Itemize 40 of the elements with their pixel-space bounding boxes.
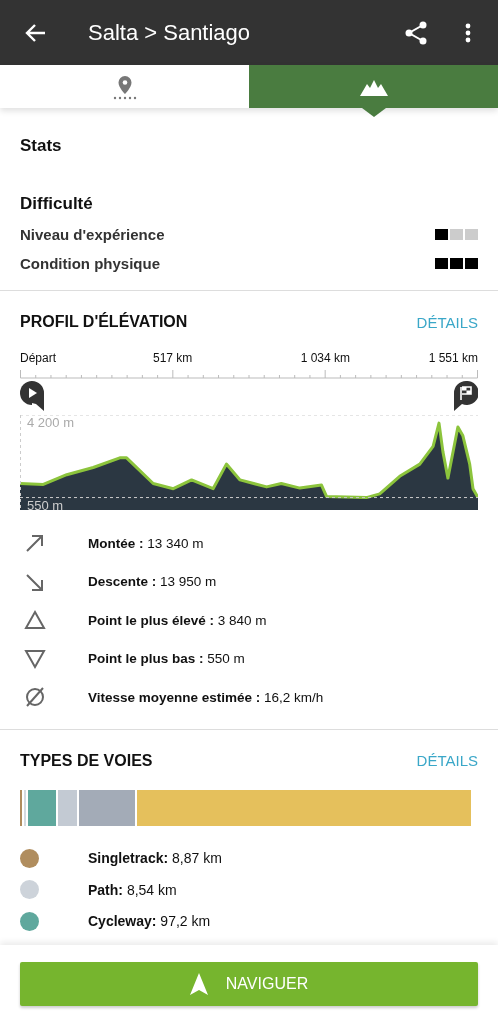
stat-text: Vitesse moyenne estimée : 16,2 km/h [88,689,324,705]
section-title: Difficulté [20,194,94,214]
triangle-down-icon [24,647,46,670]
rating-label: Niveau d'expérience [20,226,165,243]
rating-square [465,229,478,240]
slashed-circle-icon [24,686,46,709]
stat-text: Montée : 13 340 m [88,535,204,551]
legend-text: Cycleway: 97,2 km [88,913,211,930]
section-title: PROFIL D'ÉLÉVATION [20,313,188,331]
stat-text: Point le plus bas : 550 m [88,651,245,667]
axis-label: 1 034 km [300,351,350,365]
legend-text: Path: 8,54 km [88,881,177,898]
axis-label: 517 km [153,351,193,365]
start-marker-icon [20,381,44,411]
finish-flag-icon [454,381,478,411]
legend-text: Singletrack: 8,87 km [88,850,222,867]
map-pin-icon [111,73,138,100]
navigate-button[interactable]: NAVIGUER [20,962,478,1006]
rating-square [450,229,463,240]
rating-square [450,258,463,269]
rating-square [465,258,478,269]
share-icon[interactable] [405,20,427,45]
rating-label: Condition physique [20,255,160,272]
axis-label: Départ [20,351,57,365]
axis-label: 1 551 km [428,351,478,365]
back-icon[interactable] [24,22,46,43]
axis-label: 4 200 m [27,416,74,430]
navigation-arrow-icon [189,973,208,995]
rating-square [435,258,448,269]
more-icon[interactable] [465,22,471,43]
stat-text: Point le plus élevé : 3 840 m [88,612,267,628]
stat-text: Descente : 13 950 m [88,574,217,590]
section-title: TYPES DE VOIES [20,751,153,770]
details-link[interactable]: DÉTAILS [416,313,478,331]
details-link[interactable]: DÉTAILS [416,752,478,769]
rating-square [435,229,448,240]
section-title: Stats [20,136,63,156]
screen-title: Salta > Santiago [88,19,252,46]
triangle-up-icon [24,609,46,632]
axis-label: 550 m [27,498,64,513]
